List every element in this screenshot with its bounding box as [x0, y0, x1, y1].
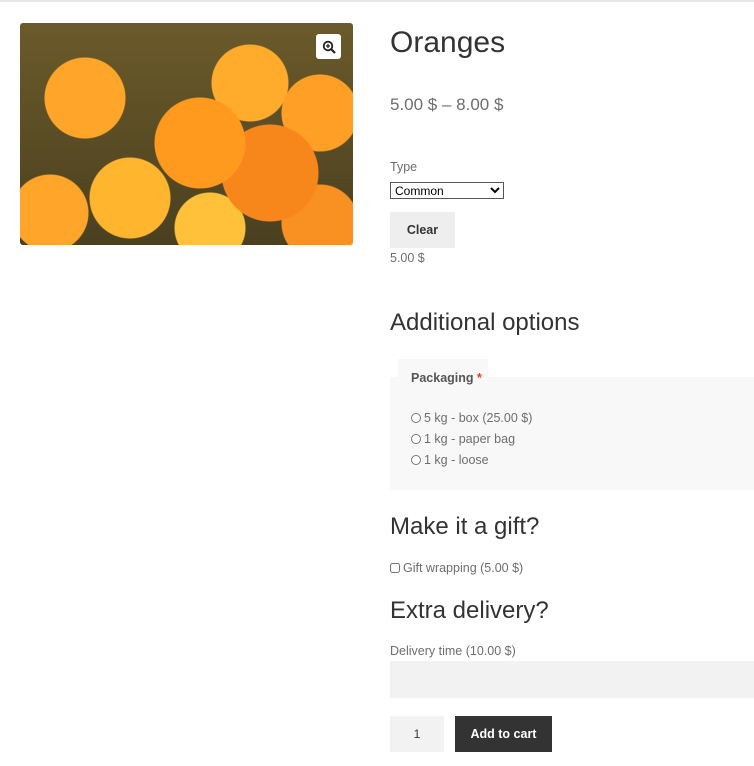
quantity-input[interactable]	[390, 716, 444, 752]
required-mark: *	[477, 371, 482, 385]
product-image[interactable]	[20, 23, 353, 245]
variation-price: 5.00 $	[390, 251, 425, 265]
price-range: 5.00 $ – 8.00 $	[390, 95, 504, 114]
packaging-label: Packaging *	[411, 371, 482, 385]
delivery-time-label: Delivery time (10.00 $)	[390, 644, 516, 658]
delivery-heading: Extra delivery?	[390, 597, 549, 624]
add-to-cart-button[interactable]: Add to cart	[455, 716, 552, 752]
additional-options-heading: Additional options	[390, 309, 580, 336]
packaging-option[interactable]: 1 kg - paper bag	[411, 432, 515, 446]
type-select[interactable]: Common	[390, 182, 504, 199]
gift-heading: Make it a gift?	[390, 513, 540, 540]
clear-button[interactable]: Clear	[390, 212, 455, 248]
product-title: Oranges	[390, 26, 506, 59]
zoom-icon[interactable]	[316, 34, 341, 59]
packaging-option[interactable]: 5 kg - box (25.00 $)	[411, 411, 532, 425]
packaging-option[interactable]: 1 kg - loose	[411, 453, 489, 467]
type-label: Type	[390, 160, 418, 174]
top-divider	[0, 0, 754, 2]
gift-wrapping-checkbox[interactable]: Gift wrapping (5.00 $)	[390, 561, 523, 575]
delivery-time-input[interactable]	[390, 661, 754, 698]
